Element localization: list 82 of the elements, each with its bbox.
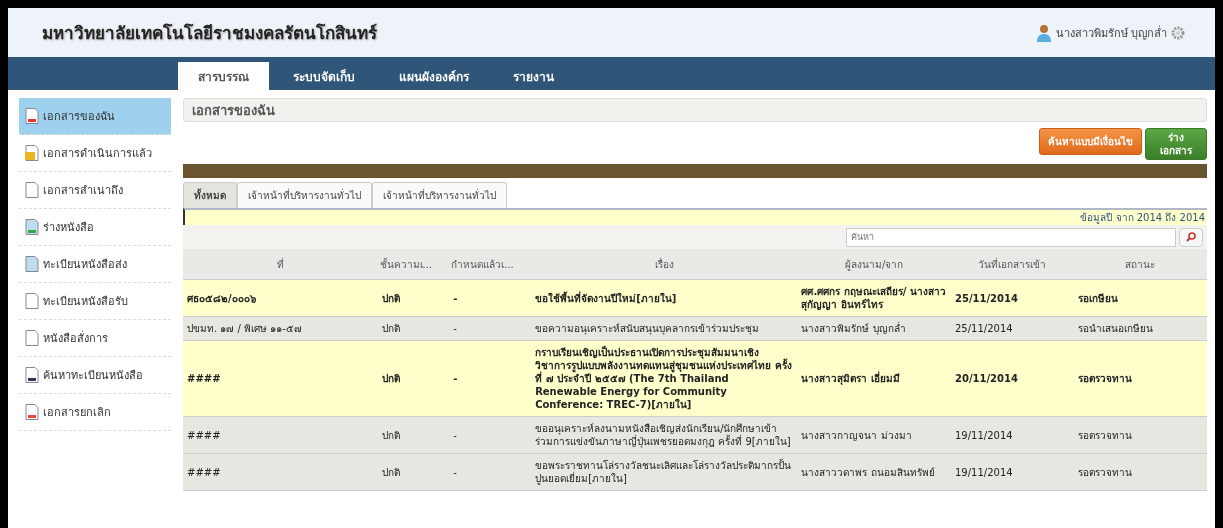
table-cell: ศธ๐๕๘๒/๐๐๐๖ [183,279,378,317]
table-cell: - [449,340,532,417]
sidebar-item[interactable]: ค้นหาทะเบียนหนังสือ [19,357,171,394]
column-header[interactable]: ชั้นความเ... [377,249,450,280]
sidebar-item[interactable]: เอกสารยกเลิก [19,394,171,431]
search-field[interactable]: ค้นหา [846,227,1176,247]
table-cell: ปกติ [377,316,450,341]
table-cell: ขอใช้พื้นที่จัดงานปีใหม่[ภายใน] [531,279,798,317]
document-icon [25,404,39,420]
sidebar-item[interactable]: เอกสารสำเนาถึง [19,172,171,209]
column-header[interactable]: กำหนดแล้วเ... [449,249,532,280]
column-header[interactable]: ผู้ลงนาม/จาก [797,249,951,280]
column-header[interactable]: สถานะ [1073,249,1207,280]
table-cell: รอตรวจทาน [1073,416,1207,454]
document-icon [25,293,39,309]
table-cell: ปกติ [377,416,450,454]
document-icon [25,256,39,272]
table-cell: ปขมท. ๑๗ / พิเศษ ๑๑-๕๗ [183,316,378,341]
sidebar-item[interactable]: เอกสารดำเนินการแล้ว [19,135,171,172]
draft-document-button[interactable]: ร่าง เอกสาร [1145,128,1207,160]
column-header[interactable]: วันที่เอกสารเข้า [950,249,1074,280]
table-cell: #### [183,340,378,417]
sidebar-item[interactable]: ร่างหนังสือ [19,209,171,246]
table-row[interactable]: #### ปกติ - ขอพระราชทานโล่รางวัลชนะเลิศและโล่รางวัลประติมากรปั้นปูนยอดเยี่ยม[ภายใน] นางสาววดาพร ถนอมสินทรัพย์ 19/11/2014 รอตรวจทาน [183,453,1207,491]
table-cell: นางสาววดาพร ถนอมสินทรัพย์ [797,453,951,491]
table-cell: #### [183,416,378,454]
search-button[interactable] [1179,227,1203,247]
document-icon [25,182,39,198]
column-header[interactable]: ที่ [183,249,378,280]
document-icon [25,108,39,124]
table-cell: 19/11/2014 [950,416,1074,454]
page-title: เอกสารของฉัน [183,98,1207,122]
table-cell: ขออนุเคราะห์ลงนามหนังสือเชิญส่งนักเรียน/นักศึกษาเข้าร่วมการแข่งขันภาษาญี่ปุ่นเพชรยอดมงกุฎ ครั้งที่ 9[ภายใน] [531,416,798,454]
nav-tab[interactable]: แผนผังองค์กร [379,62,489,90]
column-header[interactable]: เรื่อง [531,249,798,280]
table-cell: ขอพระราชทานโล่รางวัลชนะเลิศและโล่รางวัลประติมากรปั้นปูนยอดเยี่ยม[ภายใน] [531,453,798,491]
sidebar-item[interactable]: หนังสือสั่งการ [19,320,171,357]
nav-tab[interactable]: รายงาน [493,62,574,90]
table-cell: นางสาวสุมิตรา เอี่ยมมี [797,340,951,417]
table-cell: นางสาวกาญจนา ม่วงมา [797,416,951,454]
user-name[interactable]: นางสาวพิมรักษ์ บุญกล่ำ [1055,23,1167,42]
document-icon [25,145,39,161]
table-cell: ปกติ [377,453,450,491]
table-cell: รอตรวจทาน [1073,453,1207,491]
table-cell: 20/11/2014 [950,340,1074,417]
filter-tab[interactable]: เจ้าหน้าที่บริหารงานทั่วไป [372,182,507,208]
sidebar-item[interactable]: ทะเบียนหนังสือรับ [19,283,171,320]
table-cell: 19/11/2014 [950,453,1074,491]
table-cell: ศศ.ศศกร กฤษณะเสถียร/ นางสาวสุกัญญา อินทร์ไทร [797,279,951,317]
settings-icon[interactable] [1171,25,1185,40]
table-cell: - [449,316,532,341]
table-cell: - [449,416,532,454]
table-cell: ขอความอนุเคราะห์สนับสนุนบุคลากรเข้าร่วมประชุม [531,316,798,341]
sidebar-item[interactable]: ทะเบียนหนังสือส่ง [19,246,171,283]
year-range-text: ข้อมูลปี จาก 2014 ถึง 2014 [1080,211,1205,225]
table-cell: รอเกษียน [1073,279,1207,317]
table-cell: - [449,279,532,317]
table-cell: - [449,453,532,491]
table-cell: ปกติ [377,340,450,417]
search-icon [1186,232,1196,242]
sidebar-item[interactable]: เอกสารของฉัน [19,98,171,135]
table-cell: 25/11/2014 [950,279,1074,317]
user-avatar-icon [1035,23,1052,42]
table-cell: ปกติ [377,279,450,317]
table-row[interactable]: #### ปกติ - ขออนุเคราะห์ลงนามหนังสือเชิญส่งนักเรียน/นักศึกษาเข้าร่วมการแข่งขันภาษาญี่ปุ่นเพชรยอดมงกุฎ ครั้งที่ 9[ภายใน] นางสาวกาญจนา ม่วงมา 19/11/2014 รอตรวจทาน [183,416,1207,454]
nav-tab[interactable]: ระบบจัดเก็บ [273,62,375,90]
table-cell: #### [183,453,378,491]
site-title: มหาวิทยาลัยเทคโนโลยีราชมงคลรัตนโกสินทร์ [42,22,377,45]
document-icon [25,367,39,383]
table-cell: รอตรวจทาน [1073,340,1207,417]
table-row[interactable]: ปขมท. ๑๗ / พิเศษ ๑๑-๕๗ ปกติ - ขอความอนุเคราะห์สนับสนุนบุคลากรเข้าร่วมประชุม นางสาวพิมรักษ์ บุญกล่ำ 25/11/2014 รอนำเสนอเกษียน [183,316,1207,341]
table-cell: กราบเรียนเชิญเป็นประธานเปิดการประชุมสัมมนาเชิงวิชาการรูปแบบพลังงานทดแทนสู่ชุมชนแห่งประเทศไทย ครั้งที่ ๗ ประจำปี ๒๕๕๗ (The 7th Thailand Renewable Energy for Community Conference: TREC-7)[ภายใน] [531,340,798,417]
table-cell: นางสาวพิมรักษ์ บุญกล่ำ [797,316,951,341]
document-icon [25,219,39,235]
table-cell: 25/11/2014 [950,316,1074,341]
table-row[interactable] [183,340,1207,417]
document-icon [25,330,39,346]
table-row[interactable]: ศธ๐๕๘๒/๐๐๐๖ ปกติ - ขอใช้พื้นที่จัดงานปีใหม่[ภายใน] ศศ.ศศกร กฤษณะเสถียร/ นางสาวสุกัญญา อินทร์ไทร 25/11/2014 รอเกษียน [183,279,1207,317]
filter-tab[interactable]: ทั้งหมด [183,182,237,208]
filter-tab[interactable]: เจ้าหน้าที่บริหารงานทั่วไป [237,182,372,208]
nav-tab[interactable]: สารบรรณ [178,62,269,90]
table-cell: รอนำเสนอเกษียน [1073,316,1207,341]
